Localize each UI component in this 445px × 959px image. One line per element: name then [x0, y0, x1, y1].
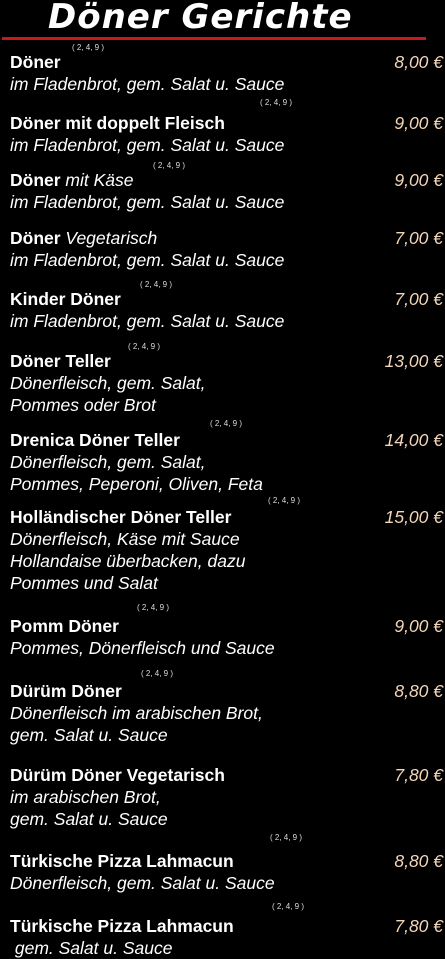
menu-item-description: im Fladenbrot, gem. Salat u. Sauce [10, 250, 285, 270]
menu-item-title: Holländischer Döner Teller [10, 507, 232, 527]
menu-item-title: Dürüm Döner [10, 681, 122, 701]
title-divider [2, 37, 426, 40]
menu-item-header: Dürüm Döner ( 2, 4, 9 ) 8,80 € [10, 669, 445, 702]
menu-item-description: Dönerfleisch, gem. Salat, [10, 452, 206, 472]
allergen-note: ( 2, 4, 9 ) [128, 342, 161, 351]
menu-item-name: Pomm Döner [10, 616, 119, 636]
menu-item: Döner mit Käse ( 2, 4, 9 ) 9,00 € im Fladen… [10, 161, 445, 213]
allergen-note: ( 2, 4, 9 ) [153, 161, 186, 170]
menu-item: Döner mit doppelt Fleisch ( 2, 4, 9 ) 9,00… [10, 98, 445, 156]
menu-item-header: Döner mit doppelt Fleisch ( 2, 4, 9 ) 9,00… [10, 98, 445, 134]
menu-item-name: Holländischer Döner Teller [10, 507, 231, 527]
menu-item-header: Drenica Döner Teller ( 2, 4, 9 ) 14,00 € [10, 419, 445, 451]
allergen-note: ( 2, 4, 9 ) [260, 98, 293, 107]
menu-item-price: 14,00 € [384, 430, 443, 450]
menu-item-name: Türkische Pizza Lahmacun [10, 851, 234, 871]
menu-item-title: Türkische Pizza Lahmacun [10, 851, 234, 871]
allergen-note: ( 2, 4, 9 ) [72, 43, 105, 52]
menu-item-name: Drenica Döner Teller [10, 430, 180, 450]
menu-item-price: 7,00 € [394, 289, 443, 309]
menu-item-description: Dönerfleisch, gem. Salat u. Sauce [10, 873, 275, 893]
menu-item-price: 8,80 € [394, 851, 443, 871]
allergen-note: ( 2, 4, 9 ) [270, 833, 303, 842]
menu-item-title: Türkische Pizza Lahmacun [10, 916, 234, 936]
menu-item-description: im Fladenbrot, gem. Salat u. Sauce [10, 192, 285, 212]
menu-item-description: im Fladenbrot, gem. Salat u. Sauce [10, 311, 285, 331]
menu-item-description: Dönerfleisch im arabischen Brot, [10, 703, 263, 723]
allergen-note: ( 2, 4, 9 ) [137, 603, 170, 612]
menu-item-name: Döner [10, 52, 61, 72]
menu-item-header: Döner Teller ( 2, 4, 9 ) 13,00 € [10, 342, 445, 372]
menu-item: Drenica Döner Teller ( 2, 4, 9 ) 14,00 € Dö… [10, 419, 445, 495]
menu-item-header: Döner mit Käse ( 2, 4, 9 ) 9,00 € [10, 161, 445, 191]
allergen-note: ( 2, 4, 9 ) [140, 280, 173, 289]
menu-item-header: Holländischer Döner Teller ( 2, 4, 9 ) 15,… [10, 496, 445, 528]
menu-item-header: Türkische Pizza Lahmacun ( 2, 4, 9 ) 7,80 … [10, 902, 445, 937]
menu-item-price: 7,80 € [394, 916, 443, 936]
menu-item-name: Döner mit doppelt Fleisch [10, 113, 225, 133]
menu-title: Döner Gerichte [48, 0, 353, 37]
menu-item-name: Türkische Pizza Lahmacun [10, 916, 234, 936]
menu-item-name: Dürüm Döner Vegetarisch [10, 765, 225, 785]
menu-item-description: Dönerfleisch, Käse mit Sauce [10, 529, 240, 549]
menu-item: Döner Vegetarisch 7,00 € im Fladenbrot, ge… [10, 227, 445, 271]
menu-item: Türkische Pizza Lahmacun ( 2, 4, 9 ) 8,80 … [10, 833, 445, 894]
menu-item-header: Kinder Döner ( 2, 4, 9 ) 7,00 € [10, 280, 445, 310]
menu-item-description: Hollandaise überbacken, dazu [10, 551, 246, 571]
menu-item-title: Döner [10, 52, 61, 72]
allergen-note: ( 2, 4, 9 ) [210, 419, 243, 428]
menu-item-description: Dönerfleisch, gem. Salat, [10, 373, 206, 393]
menu-item-variant: mit Käse [60, 170, 134, 190]
menu-item-description: gem. Salat u. Sauce [10, 938, 173, 958]
menu-item-name: Döner mit Käse [10, 170, 134, 190]
menu-item-title: Dürüm Döner Vegetarisch [10, 765, 225, 785]
allergen-note: ( 2, 4, 9 ) [272, 902, 305, 911]
allergen-note: ( 2, 4, 9 ) [268, 496, 301, 505]
menu-item: Dürüm Döner Vegetarisch 7,80 € im arabisch… [10, 764, 445, 830]
menu-item-header: Döner Vegetarisch 7,00 € [10, 227, 445, 249]
menu-item-title: Pomm Döner [10, 616, 119, 636]
menu-item-description: im Fladenbrot, gem. Salat u. Sauce [10, 135, 285, 155]
menu-item-price: 8,00 € [394, 52, 443, 72]
menu-item: Dürüm Döner ( 2, 4, 9 ) 8,80 € Dönerfleisch… [10, 669, 445, 746]
menu-item-name: Döner Vegetarisch [10, 228, 157, 248]
menu-item: Pomm Döner ( 2, 4, 9 ) 9,00 € Pommes, Döner… [10, 603, 445, 659]
menu-item-price: 9,00 € [394, 170, 443, 190]
menu-item-price: 15,00 € [384, 507, 443, 527]
menu-item-title: Drenica Döner Teller [10, 430, 180, 450]
menu-item: Döner ( 2, 4, 9 ) 8,00 € im Fladenbrot, gem… [10, 43, 445, 95]
menu-item: Kinder Döner ( 2, 4, 9 ) 7,00 € im Fladenbr… [10, 280, 445, 332]
menu-item-header: Döner ( 2, 4, 9 ) 8,00 € [10, 43, 445, 73]
menu-item-price: 9,00 € [394, 616, 443, 636]
menu-item: Holländischer Döner Teller ( 2, 4, 9 ) 15,… [10, 496, 445, 594]
menu-item-title: Döner [10, 170, 61, 190]
menu-item-description: gem. Salat u. Sauce [10, 809, 168, 829]
menu-item-name: Döner Teller [10, 351, 111, 371]
menu-item-description: Pommes, Peperoni, Oliven, Feta [10, 474, 263, 494]
menu-item-price: 7,80 € [394, 765, 443, 785]
menu-item-header: Dürüm Döner Vegetarisch 7,80 € [10, 764, 445, 786]
menu-item-description: gem. Salat u. Sauce [10, 725, 168, 745]
menu-item-title: Döner [10, 228, 61, 248]
menu-item-header: Türkische Pizza Lahmacun ( 2, 4, 9 ) 8,80 … [10, 833, 445, 872]
menu-item-price: 13,00 € [384, 351, 443, 371]
menu-item-title: Kinder Döner [10, 289, 121, 309]
menu-item-description: Pommes und Salat [10, 573, 158, 593]
menu-item-title: Döner Teller [10, 351, 111, 371]
menu-item-description: im arabischen Brot, [10, 787, 161, 807]
menu-item: Döner Teller ( 2, 4, 9 ) 13,00 € Dönerfleis… [10, 342, 445, 416]
menu-item-description: Pommes oder Brot [10, 395, 156, 415]
menu-item-description: Pommes, Dönerfleisch und Sauce [10, 638, 275, 658]
allergen-note: ( 2, 4, 9 ) [141, 669, 174, 678]
menu-item-header: Pomm Döner ( 2, 4, 9 ) 9,00 € [10, 603, 445, 637]
menu-item-name: Dürüm Döner [10, 681, 122, 701]
menu-item-title: Döner mit doppelt Fleisch [10, 113, 225, 133]
menu-item-price: 8,80 € [394, 681, 443, 701]
menu-item-name: Kinder Döner [10, 289, 121, 309]
menu-item: Türkische Pizza Lahmacun ( 2, 4, 9 ) 7,80 … [10, 902, 445, 959]
menu-item-price: 9,00 € [394, 113, 443, 133]
menu-item-description: im Fladenbrot, gem. Salat u. Sauce [10, 74, 285, 94]
menu-item-price: 7,00 € [394, 228, 443, 248]
menu-item-variant: Vegetarisch [60, 228, 158, 248]
